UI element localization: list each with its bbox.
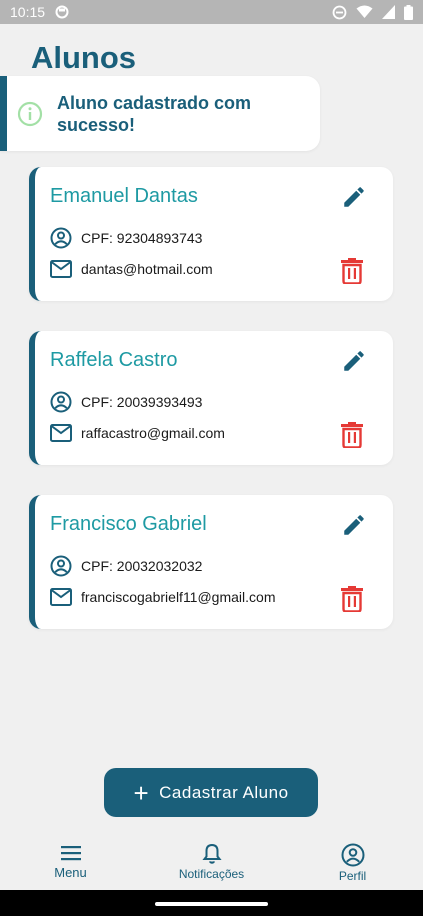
delete-icon[interactable] <box>341 586 363 612</box>
battery-icon <box>404 4 413 20</box>
mail-icon <box>50 260 72 278</box>
edit-icon[interactable] <box>341 184 367 210</box>
profile-icon <box>341 843 364 867</box>
student-email-row: franciscogabrielf11@gmail.com <box>50 588 275 606</box>
student-cpf: CPF: 20032032032 <box>81 558 203 574</box>
student-card: Emanuel Dantas CPF: 92304893743 dantas@h… <box>29 167 393 301</box>
student-card: Francisco Gabriel CPF: 20032032032 franc… <box>29 495 393 629</box>
dnd-icon <box>332 5 347 19</box>
home-indicator[interactable] <box>155 902 268 906</box>
info-icon <box>17 101 43 126</box>
signal-icon <box>382 5 395 19</box>
nav-label-profile: Perfil <box>338 869 367 883</box>
add-student-button[interactable]: + Cadastrar Aluno <box>104 768 318 817</box>
app-notification-icon <box>55 5 69 19</box>
student-name: Francisco Gabriel <box>50 513 207 535</box>
student-cpf-row: CPF: 92304893743 <box>50 227 202 249</box>
nav-item-menu[interactable]: Menu <box>0 834 141 890</box>
nav-item-profile[interactable]: Perfil <box>282 834 423 890</box>
bottom-nav: Menu Notificações Perfil <box>0 834 423 890</box>
edit-icon[interactable] <box>341 348 367 374</box>
delete-icon[interactable] <box>341 422 363 448</box>
person-icon <box>50 555 72 577</box>
student-card: Raffela Castro CPF: 20039393493 raffacas… <box>29 331 393 465</box>
person-icon <box>50 391 72 413</box>
student-name: Emanuel Dantas <box>50 185 198 207</box>
mail-icon <box>50 424 72 442</box>
menu-icon <box>60 846 81 861</box>
student-cpf: CPF: 92304893743 <box>81 230 203 246</box>
student-email: dantas@hotmail.com <box>81 261 213 277</box>
add-student-label: Cadastrar Aluno <box>159 782 289 802</box>
mail-icon <box>50 588 72 606</box>
person-icon <box>50 227 72 249</box>
nav-label-menu: Menu <box>54 865 87 880</box>
status-time: 10:15 <box>10 4 46 20</box>
student-cpf-row: CPF: 20039393493 <box>50 391 202 413</box>
bell-icon <box>201 843 222 864</box>
student-cpf: CPF: 20039393493 <box>81 394 203 410</box>
student-email: raffacastro@gmail.com <box>81 425 225 441</box>
nav-item-notifications[interactable]: Notificações <box>141 834 282 890</box>
edit-icon[interactable] <box>341 512 367 538</box>
toast-message: Aluno cadastrado com sucesso! <box>57 92 252 135</box>
student-cpf-row: CPF: 20032032032 <box>50 555 202 577</box>
success-toast: Aluno cadastrado com sucesso! <box>0 76 320 151</box>
delete-icon[interactable] <box>341 258 363 284</box>
page-title: Alunos <box>31 40 137 75</box>
student-name: Raffela Castro <box>50 349 178 371</box>
student-email-row: raffacastro@gmail.com <box>50 424 225 442</box>
student-email-row: dantas@hotmail.com <box>50 260 213 278</box>
status-bar: 10:15 <box>0 0 423 24</box>
plus-icon: + <box>133 777 150 808</box>
nav-label-notifications: Notificações <box>178 867 245 881</box>
wifi-icon <box>356 5 373 18</box>
system-nav-bar <box>0 890 423 916</box>
student-email: franciscogabrielf11@gmail.com <box>81 589 276 605</box>
